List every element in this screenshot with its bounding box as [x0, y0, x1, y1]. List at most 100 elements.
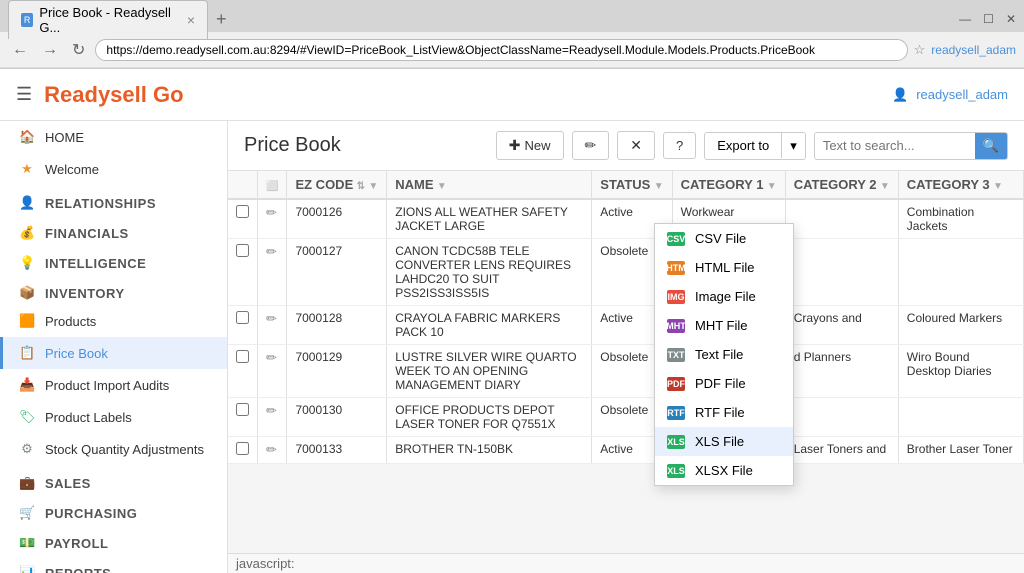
export-button[interactable]: Export to ▾ [704, 132, 806, 160]
financials-icon: 💰 [19, 225, 35, 241]
table-container: ⬜ EZ CODE ⇅ ▼ NAME ▼ [228, 171, 1024, 464]
col-checkbox [228, 171, 258, 199]
row-checkbox[interactable] [236, 350, 249, 363]
row-edit-icon[interactable]: ✏ [266, 442, 277, 457]
text-icon: TXT [667, 348, 685, 362]
row-checkbox[interactable] [236, 311, 249, 324]
row-edit-cell: ✏ [258, 199, 287, 239]
row-name: BROTHER TN-150BK [387, 437, 592, 464]
row-edit-icon[interactable]: ✏ [266, 244, 277, 259]
table-row: ✏ 7000130 OFFICE PRODUCTS DEPOT LASER TO… [228, 398, 1024, 437]
export-pdf[interactable]: PDF PDF File [655, 369, 793, 398]
export-csv[interactable]: CSV CSV File [655, 224, 793, 253]
row-checkbox[interactable] [236, 244, 249, 257]
delete-button[interactable]: ✕ [617, 131, 655, 160]
sidebar-section-payroll: 💵 PAYROLL [0, 525, 227, 555]
sidebar-item-welcome[interactable]: ★ Welcome [0, 153, 227, 185]
sidebar-item-welcome-label: Welcome [45, 162, 99, 177]
col-name[interactable]: NAME ▼ [387, 171, 592, 199]
export-html[interactable]: HTM HTML File [655, 253, 793, 282]
forward-button[interactable]: → [38, 39, 62, 61]
new-button[interactable]: ✚ New [496, 131, 564, 160]
row-cat2: Laser Toners and [785, 437, 898, 464]
row-edit-icon[interactable]: ✏ [266, 205, 277, 220]
row-checkbox[interactable] [236, 205, 249, 218]
minimize-button[interactable]: — [959, 12, 971, 26]
status-bar-text: javascript: [236, 556, 295, 571]
col-ez-code-label: EZ CODE [295, 177, 353, 192]
row-ez-code: 7000129 [287, 345, 387, 398]
tab-close-button[interactable]: × [187, 12, 195, 28]
col-status[interactable]: STATUS ▼ [592, 171, 672, 199]
hamburger-icon[interactable]: ☰ [16, 84, 32, 105]
html-icon: HTM [667, 261, 685, 275]
user-icon: 👤 [892, 87, 908, 103]
sidebar-item-product-import-audits[interactable]: 📥 Product Import Audits [0, 369, 227, 401]
export-rtf[interactable]: RTF RTF File [655, 398, 793, 427]
col-ez-code[interactable]: EZ CODE ⇅ ▼ [287, 171, 387, 199]
row-edit-icon[interactable]: ✏ [266, 350, 277, 365]
sidebar-section-sales-label: SALES [45, 476, 91, 491]
main-content: Price Book ✚ New ✏ ✕ ? Export to ▾ [228, 121, 1024, 573]
row-cat2: Crayons and [785, 306, 898, 345]
rtf-icon: RTF [667, 406, 685, 420]
price-book-icon: 📋 [19, 345, 35, 361]
col-cat2[interactable]: CATEGORY 2 ▼ [785, 171, 898, 199]
sidebar-item-products[interactable]: 🟧 Products [0, 305, 227, 337]
user-menu[interactable]: 👤 readysell_adam [892, 87, 1008, 103]
table-row: ✏ 7000129 LUSTRE SILVER WIRE QUARTO WEEK… [228, 345, 1024, 398]
search-button[interactable]: 🔍 [975, 133, 1007, 159]
app-container: ☰ Readysell Go 👤 readysell_adam 🏠 HOME ★… [0, 69, 1024, 573]
row-edit-icon[interactable]: ✏ [266, 311, 277, 326]
sidebar-item-price-book[interactable]: 📋 Price Book [0, 337, 227, 369]
col-cat3[interactable]: CATEGORY 3 ▼ [898, 171, 1023, 199]
sidebar-item-product-labels[interactable]: 🏷 Product Labels [0, 401, 227, 433]
close-button[interactable]: ✕ [1006, 12, 1016, 26]
user-login-link[interactable]: readysell_adam [931, 43, 1016, 57]
products-icon: 🟧 [19, 313, 35, 329]
help-label: ? [676, 138, 683, 153]
row-cat3: Coloured Markers [898, 306, 1023, 345]
row-cat2 [785, 199, 898, 239]
export-text[interactable]: TXT Text File [655, 340, 793, 369]
row-checkbox[interactable] [236, 442, 249, 455]
back-button[interactable]: ← [8, 39, 32, 61]
row-checkbox[interactable] [236, 403, 249, 416]
col-edit: ⬜ [258, 171, 287, 199]
col-edit-icon: ⬜ [266, 181, 278, 192]
page-title: Price Book [244, 134, 488, 157]
row-edit-icon[interactable]: ✏ [266, 403, 277, 418]
export-mht[interactable]: MHT MHT File [655, 311, 793, 340]
col-cat1[interactable]: CATEGORY 1 ▼ [672, 171, 785, 199]
stock-qty-icon: ⚙ [19, 441, 35, 457]
status-filter-icon: ▼ [654, 181, 664, 192]
delete-icon: ✕ [630, 137, 642, 154]
search-input[interactable] [815, 133, 975, 158]
export-main-label[interactable]: Export to [705, 133, 782, 158]
export-xls[interactable]: XLS XLS File [655, 427, 793, 456]
row-cat3: Combination Jackets [898, 199, 1023, 239]
sidebar-item-stock-quantity-adjustments[interactable]: ⚙ Stock Quantity Adjustments [0, 433, 227, 465]
refresh-button[interactable]: ↻ [68, 38, 89, 62]
export-dropdown-arrow[interactable]: ▾ [782, 133, 805, 159]
active-tab[interactable]: R Price Book - Readysell G... × [8, 0, 208, 39]
payroll-icon: 💵 [19, 535, 35, 551]
app-header: ☰ Readysell Go 👤 readysell_adam [0, 69, 1024, 121]
help-button[interactable]: ? [663, 132, 696, 159]
new-tab-button[interactable]: + [208, 9, 235, 30]
export-xls-label: XLS File [695, 434, 744, 449]
row-edit-cell: ✏ [258, 398, 287, 437]
sidebar-section-inventory-label: INVENTORY [45, 286, 125, 301]
export-image[interactable]: IMG Image File [655, 282, 793, 311]
price-book-table: ⬜ EZ CODE ⇅ ▼ NAME ▼ [228, 171, 1024, 464]
bookmark-icon[interactable]: ☆ [914, 42, 926, 58]
export-xlsx[interactable]: XLS XLSX File [655, 456, 793, 485]
edit-button[interactable]: ✏ [572, 131, 610, 160]
maximize-button[interactable]: ☐ [983, 12, 994, 26]
address-input[interactable] [95, 39, 907, 61]
app-body: 🏠 HOME ★ Welcome 👤 RELATIONSHIPS 💰 FINAN… [0, 121, 1024, 573]
export-mht-label: MHT File [695, 318, 747, 333]
sidebar-item-home[interactable]: 🏠 HOME [0, 121, 227, 153]
row-name: ZIONS ALL WEATHER SAFETY JACKET LARGE [387, 199, 592, 239]
row-edit-cell: ✏ [258, 345, 287, 398]
